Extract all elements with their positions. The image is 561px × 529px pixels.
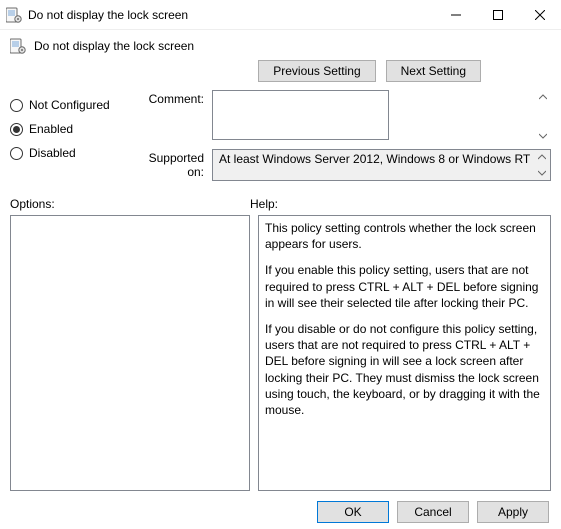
ok-button[interactable]: OK: [317, 501, 389, 523]
apply-button[interactable]: Apply: [477, 501, 549, 523]
policy-app-icon: [6, 7, 22, 23]
next-setting-button[interactable]: Next Setting: [386, 60, 481, 82]
state-radio-group: Not Configured Enabled Disabled: [10, 90, 122, 187]
nav-buttons-row: Previous Setting Next Setting: [0, 56, 561, 88]
help-label: Help:: [250, 197, 551, 211]
radio-icon: [10, 147, 23, 160]
supported-scrollbar[interactable]: [535, 151, 549, 179]
window-maximize-button[interactable]: [477, 1, 519, 29]
radio-label: Enabled: [29, 122, 73, 136]
cancel-button[interactable]: Cancel: [397, 501, 469, 523]
scroll-down-icon: [536, 130, 550, 142]
help-paragraph: If you enable this policy setting, users…: [265, 262, 544, 311]
help-box: This policy setting controls whether the…: [258, 215, 551, 491]
radio-enabled[interactable]: Enabled: [10, 122, 122, 136]
policy-header-icon: [10, 38, 26, 54]
options-help-area: This policy setting controls whether the…: [0, 213, 561, 497]
supported-on-label: Supported on:: [132, 149, 212, 179]
supported-on-box: At least Windows Server 2012, Windows 8 …: [212, 149, 551, 181]
scroll-up-icon: [536, 91, 550, 103]
policy-header: Do not display the lock screen: [0, 30, 561, 56]
radio-icon: [10, 123, 23, 136]
fields-column: Comment: Supported on: At least Windows …: [132, 90, 551, 187]
window-close-button[interactable]: [519, 1, 561, 29]
scroll-up-icon: [535, 151, 549, 163]
radio-label: Not Configured: [29, 98, 110, 112]
options-help-labels: Options: Help:: [0, 187, 561, 213]
help-paragraph: This policy setting controls whether the…: [265, 220, 544, 252]
help-paragraph: If you disable or do not configure this …: [265, 321, 544, 418]
radio-not-configured[interactable]: Not Configured: [10, 98, 122, 112]
comment-label: Comment:: [132, 90, 212, 106]
previous-setting-button[interactable]: Previous Setting: [258, 60, 375, 82]
title-bar: Do not display the lock screen: [0, 0, 561, 30]
radio-disabled[interactable]: Disabled: [10, 146, 122, 160]
radio-icon: [10, 99, 23, 112]
comment-scrollbar[interactable]: [536, 91, 550, 142]
window-title: Do not display the lock screen: [28, 8, 188, 22]
policy-title: Do not display the lock screen: [34, 39, 194, 53]
radio-label: Disabled: [29, 146, 76, 160]
scroll-down-icon: [535, 167, 549, 179]
comment-textarea[interactable]: [212, 90, 389, 140]
config-area: Not Configured Enabled Disabled Comment:…: [0, 88, 561, 187]
options-label: Options:: [10, 197, 250, 211]
dialog-buttons: OK Cancel Apply: [0, 497, 561, 529]
options-box: [10, 215, 250, 491]
supported-on-text: At least Windows Server 2012, Windows 8 …: [219, 152, 530, 166]
window-minimize-button[interactable]: [435, 1, 477, 29]
